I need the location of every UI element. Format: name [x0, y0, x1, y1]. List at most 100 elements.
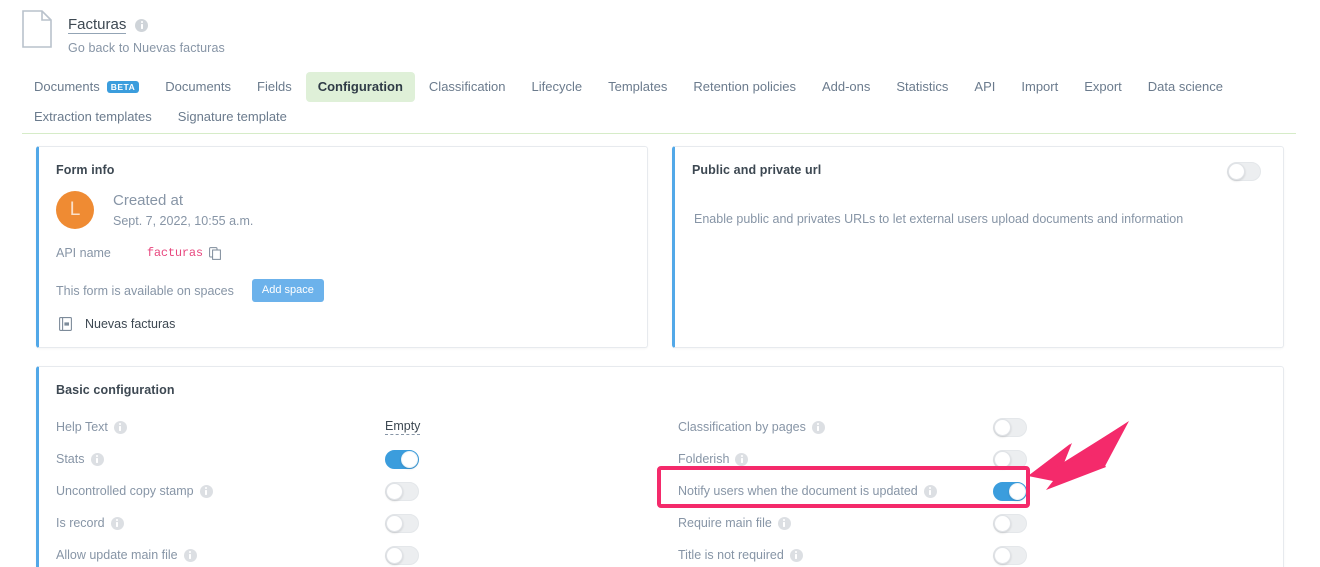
created-at-row: L Created at Sept. 7, 2022, 10:55 a.m.	[56, 191, 647, 229]
tab-label: Templates	[608, 79, 667, 95]
classification-by-pages-toggle[interactable]	[993, 418, 1027, 437]
tab-classification[interactable]: Classification	[417, 72, 518, 102]
config-label: Title is not required	[678, 548, 784, 562]
tab-api[interactable]: API	[962, 72, 1007, 102]
basic-configuration-card: Basic configuration Help Text Empty Stat…	[36, 366, 1284, 567]
info-icon[interactable]	[778, 517, 791, 530]
basic-config-left-column: Help Text Empty Stats	[39, 411, 661, 567]
copy-icon[interactable]	[209, 247, 221, 260]
tab-label: Extraction templates	[34, 109, 152, 125]
info-icon[interactable]	[91, 453, 104, 466]
app-root: Facturas Go back to Nuevas facturas Docu…	[0, 0, 1320, 567]
config-row-title-not-required: Title is not required	[661, 539, 1283, 567]
tab-add-ons[interactable]: Add-ons	[810, 72, 882, 102]
space-name: Nuevas facturas	[85, 317, 175, 331]
tab-data-science[interactable]: Data science	[1136, 72, 1235, 102]
config-row-stats: Stats	[39, 443, 661, 475]
info-icon[interactable]	[184, 549, 197, 562]
basic-configuration-title: Basic configuration	[39, 367, 1283, 397]
config-label: Help Text	[56, 420, 108, 434]
tab-documents[interactable]: Documents	[153, 72, 243, 102]
config-row-help-text: Help Text Empty	[39, 411, 661, 443]
beta-badge: BETA	[107, 81, 140, 94]
info-icon[interactable]	[924, 485, 937, 498]
public-url-toggle[interactable]	[1227, 162, 1261, 181]
info-icon[interactable]	[790, 549, 803, 562]
toggle-knob	[994, 547, 1011, 564]
config-row-allow-update-main-file: Allow update main file	[39, 539, 661, 567]
api-name-label: API name	[56, 246, 111, 260]
info-icon[interactable]	[111, 517, 124, 530]
toggle-knob	[994, 451, 1011, 468]
tab-statistics[interactable]: Statistics	[884, 72, 960, 102]
tab-configuration[interactable]: Configuration	[306, 72, 415, 102]
info-icon[interactable]	[114, 421, 127, 434]
created-at-value: Sept. 7, 2022, 10:55 a.m.	[113, 214, 253, 229]
tab-label: Export	[1084, 79, 1122, 95]
page-title[interactable]: Facturas	[68, 16, 126, 34]
info-icon[interactable]	[812, 421, 825, 434]
toggle-knob	[386, 483, 403, 500]
config-label: Uncontrolled copy stamp	[56, 484, 194, 498]
is-record-toggle[interactable]	[385, 514, 419, 533]
info-icon[interactable]	[735, 453, 748, 466]
tab-documents-beta[interactable]: Documents BETA	[22, 72, 151, 102]
toggle-knob	[386, 515, 403, 532]
form-info-title: Form info	[39, 147, 647, 177]
toggle-knob	[994, 419, 1011, 436]
info-icon[interactable]	[135, 19, 148, 32]
config-row-require-main-file: Require main file	[661, 507, 1283, 539]
folderish-toggle[interactable]	[993, 450, 1027, 469]
config-label: Classification by pages	[678, 420, 806, 434]
space-icon	[59, 317, 72, 331]
toggle-knob	[994, 515, 1011, 532]
config-label: Stats	[56, 452, 85, 466]
tab-label: Data science	[1148, 79, 1223, 95]
toggle-knob	[1228, 163, 1245, 180]
add-space-button[interactable]: Add space	[252, 279, 324, 302]
title-not-required-toggle[interactable]	[993, 546, 1027, 565]
tab-label: Classification	[429, 79, 506, 95]
created-labels: Created at Sept. 7, 2022, 10:55 a.m.	[113, 192, 253, 229]
tab-fields[interactable]: Fields	[245, 72, 304, 102]
avatar: L	[56, 191, 94, 229]
public-url-title: Public and private url	[675, 147, 821, 177]
api-name-row: API name facturas	[56, 246, 647, 260]
tab-signature-template[interactable]: Signature template	[166, 102, 299, 132]
tabs-divider	[22, 133, 1296, 134]
info-icon[interactable]	[200, 485, 213, 498]
help-text-value-link[interactable]: Empty	[385, 419, 420, 435]
tab-import[interactable]: Import	[1009, 72, 1070, 102]
stats-toggle[interactable]	[385, 450, 419, 469]
tab-label: Documents	[165, 79, 231, 95]
tab-extraction-templates[interactable]: Extraction templates	[22, 102, 164, 132]
spaces-label: This form is available on spaces	[56, 284, 234, 298]
config-row-is-record: Is record	[39, 507, 661, 539]
tab-templates[interactable]: Templates	[596, 72, 679, 102]
tab-label: API	[974, 79, 995, 95]
tab-label: Retention policies	[693, 79, 796, 95]
basic-configuration-columns: Help Text Empty Stats	[39, 411, 1283, 567]
document-page-icon	[22, 10, 52, 48]
notify-users-toggle[interactable]	[993, 482, 1027, 501]
require-main-file-toggle[interactable]	[993, 514, 1027, 533]
tab-retention-policies[interactable]: Retention policies	[681, 72, 808, 102]
toggle-knob	[401, 451, 418, 468]
allow-update-main-file-toggle[interactable]	[385, 546, 419, 565]
created-at-label: Created at	[113, 192, 253, 210]
title-row: Facturas	[68, 16, 225, 34]
config-label: Folderish	[678, 452, 729, 466]
space-list-item[interactable]: Nuevas facturas	[59, 317, 647, 331]
config-label: Is record	[56, 516, 105, 530]
public-url-description: Enable public and privates URLs to let e…	[694, 211, 1283, 227]
config-row-uncontrolled-copy-stamp: Uncontrolled copy stamp	[39, 475, 661, 507]
config-row-notify-users: Notify users when the document is update…	[661, 475, 1283, 507]
breadcrumb-back-link[interactable]: Go back to Nuevas facturas	[68, 41, 225, 55]
tab-lifecycle[interactable]: Lifecycle	[520, 72, 595, 102]
basic-config-right-column: Classification by pages Folderish	[661, 411, 1283, 567]
tab-bar: Documents BETA Documents Fields Configur…	[22, 72, 1298, 132]
tab-label: Lifecycle	[532, 79, 583, 95]
tab-export[interactable]: Export	[1072, 72, 1134, 102]
uncontrolled-copy-stamp-toggle[interactable]	[385, 482, 419, 501]
tab-label: Signature template	[178, 109, 287, 125]
